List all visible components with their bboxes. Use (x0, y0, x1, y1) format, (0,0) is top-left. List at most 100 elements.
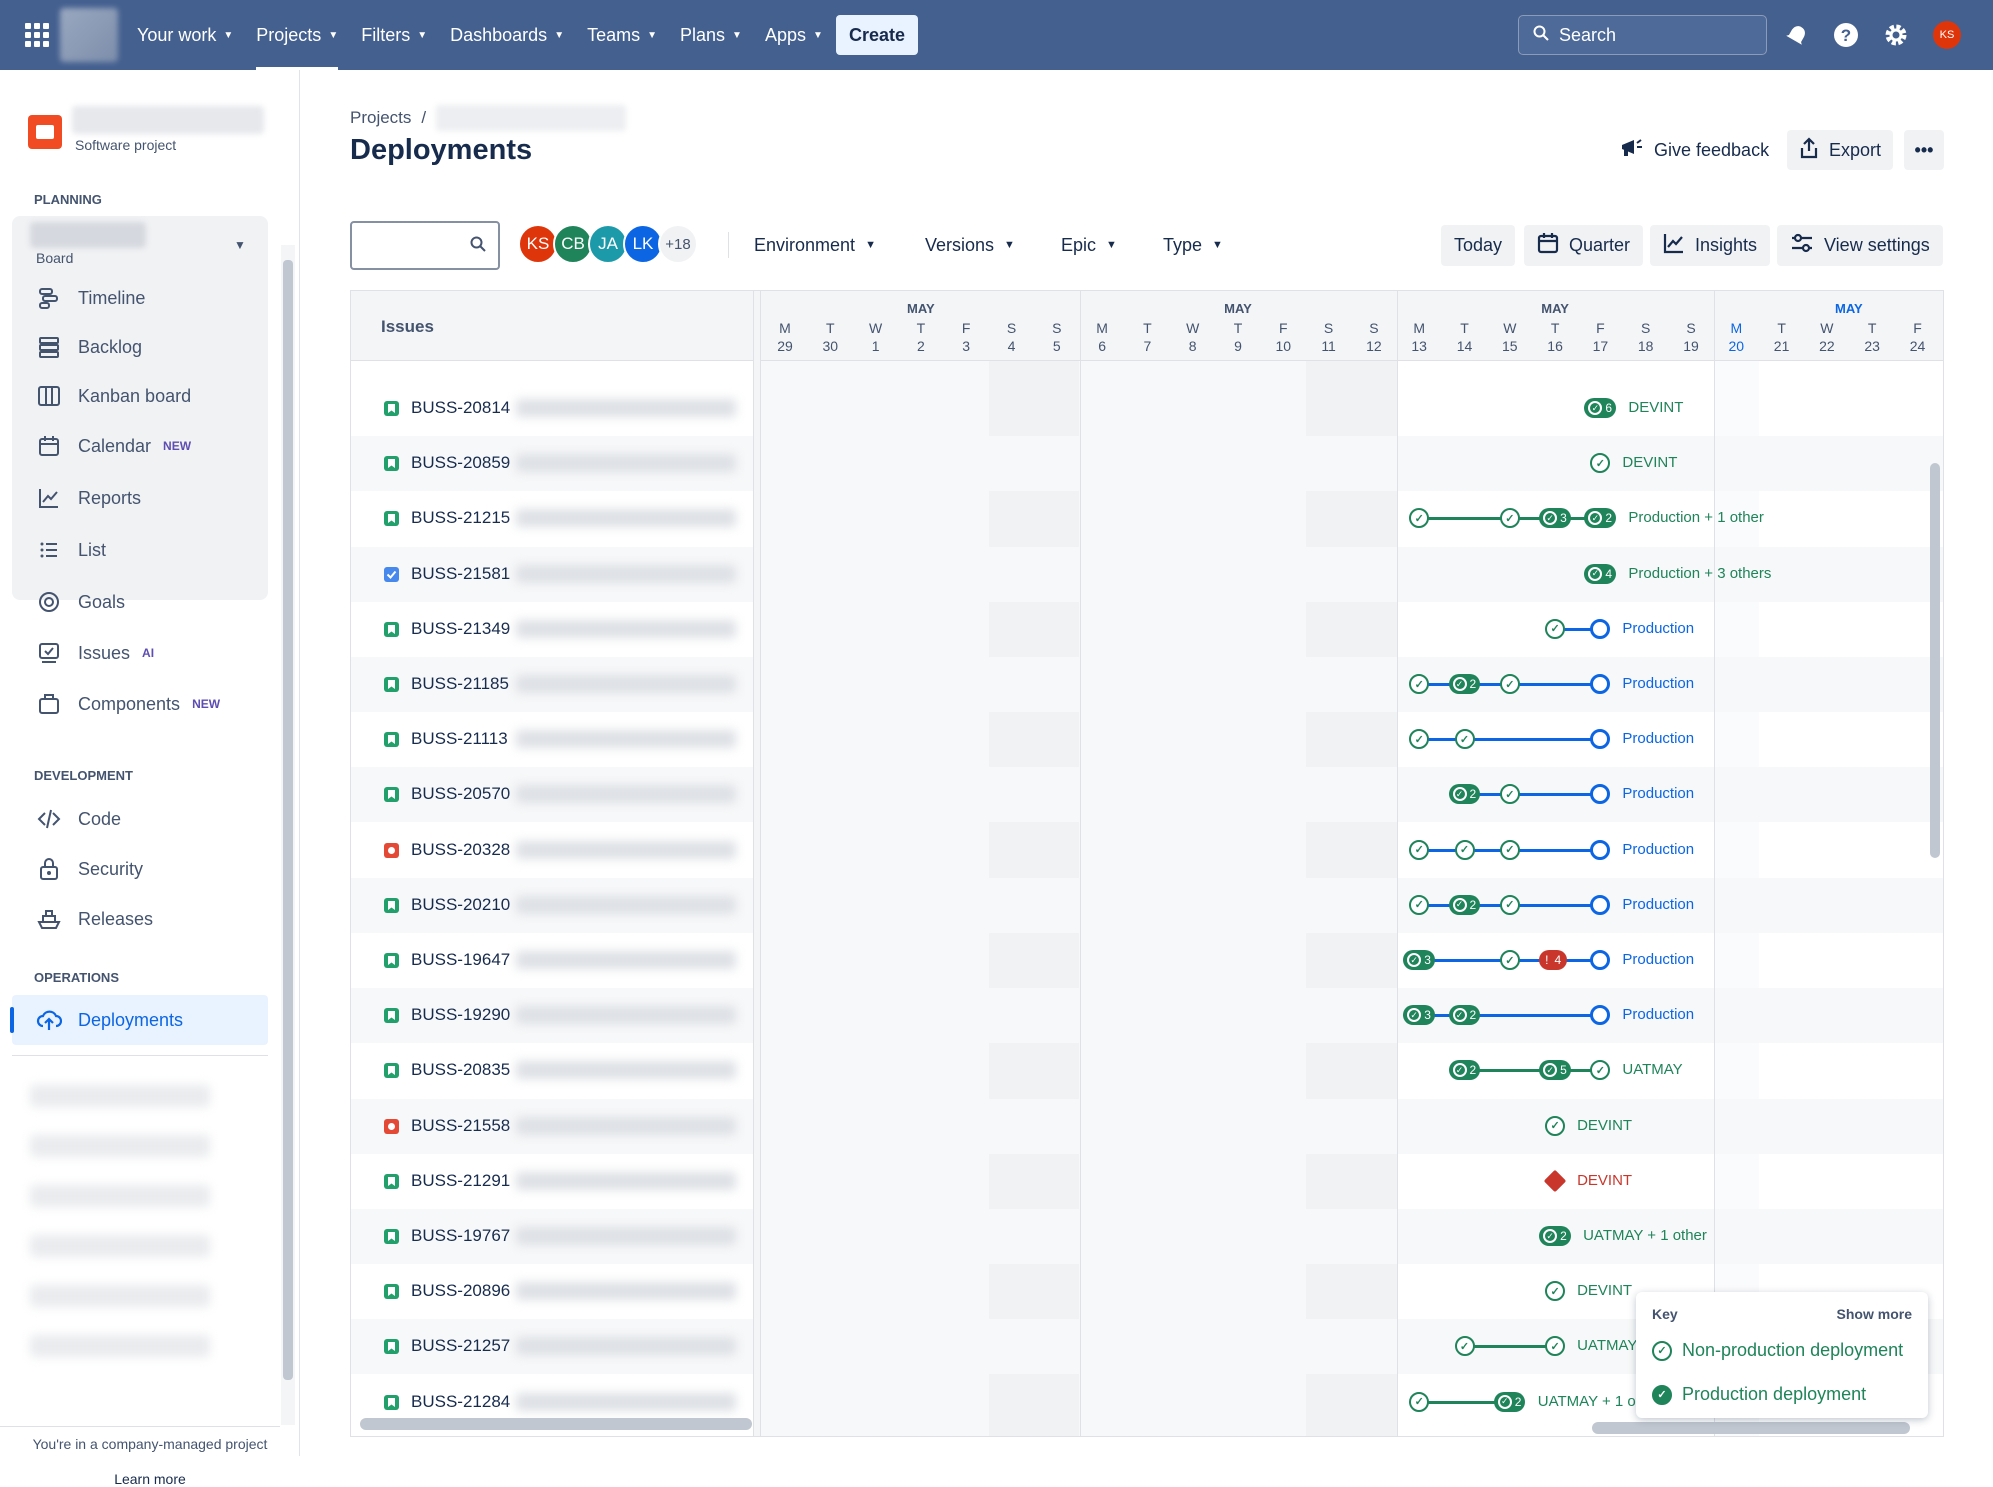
timeline-vertical-scroll-thumb[interactable] (1930, 463, 1940, 858)
environment-label[interactable]: Production (1622, 620, 1694, 637)
check-circle-icon[interactable]: ✓ (1499, 894, 1520, 915)
breadcrumb-projects[interactable]: Projects (350, 108, 411, 128)
nav-your-work[interactable]: Your work ▼ (137, 0, 233, 70)
issue-key[interactable]: BUSS-21185 (411, 674, 509, 694)
issue-summary-blurred[interactable] (516, 1116, 736, 1135)
check-circle-icon[interactable]: ✓ (1499, 839, 1520, 860)
environment-label[interactable]: Production (1622, 951, 1694, 968)
issue-key[interactable]: BUSS-21257 (411, 1336, 510, 1356)
nav-dashboards[interactable]: Dashboards ▼ (450, 0, 564, 70)
issue-key[interactable]: BUSS-20896 (411, 1281, 510, 1301)
sidebar-item-kanban-board[interactable]: Kanban board (36, 376, 191, 416)
create-button[interactable]: Create (836, 15, 918, 55)
environment-label[interactable]: Production (1622, 841, 1694, 858)
blurred-shortcut[interactable] (30, 1235, 210, 1257)
quarter-button[interactable]: Quarter (1524, 225, 1644, 266)
sidebar-item-list[interactable]: List (36, 530, 106, 570)
deployment-count-pill[interactable]: ✓ 3 (1403, 1005, 1435, 1026)
table-row[interactable]: BUSS-20835 ✓ 2 ✓ 5 ✓ UATMAY (351, 1043, 1943, 1098)
sidebar-item-goals[interactable]: Goals (36, 582, 125, 622)
table-row[interactable]: BUSS-20328 ✓ ✓ ✓ Production (351, 823, 1943, 878)
deployment-count-pill[interactable]: ✓ 2 (1584, 508, 1617, 529)
table-row[interactable]: BUSS-19290 ✓ 3 ✓ 2 Production (351, 988, 1943, 1044)
table-row[interactable]: BUSS-21581 ✓ 4 Production + 3 others (351, 546, 1943, 602)
sidebar-item-components[interactable]: Components NEW (36, 684, 220, 724)
more-avatars-button[interactable]: +18 (658, 224, 698, 264)
issue-summary-blurred[interactable] (516, 509, 736, 528)
deployment-count-pill[interactable]: ✓ 3 (1539, 508, 1571, 529)
environment-label[interactable]: DEVINT (1622, 454, 1677, 471)
avatar-lk[interactable]: LK (623, 224, 663, 264)
issue-summary-blurred[interactable] (516, 1282, 736, 1301)
issue-key[interactable]: BUSS-19647 (411, 950, 510, 970)
insights-button[interactable]: Insights (1650, 225, 1771, 266)
sidebar-item-security[interactable]: Security (36, 849, 143, 889)
check-circle-icon[interactable]: ✓ (1545, 1115, 1566, 1136)
user-avatar[interactable]: KS (1933, 21, 1961, 49)
check-circle-icon[interactable]: ✓ (1409, 674, 1430, 694)
issue-key[interactable]: BUSS-21215 (411, 508, 510, 528)
deployment-count-pill[interactable]: ✓ 2 (1448, 894, 1481, 915)
issue-summary-blurred[interactable] (516, 1171, 736, 1190)
check-circle-icon[interactable]: ✓ (1499, 508, 1520, 529)
filter-versions[interactable]: Versions ▼ (925, 222, 1015, 268)
settings-gear-icon[interactable] (1883, 22, 1909, 48)
issue-key[interactable]: BUSS-21349 (411, 619, 510, 639)
check-circle-icon[interactable]: ✓ (1590, 453, 1611, 474)
issue-summary-blurred[interactable] (516, 399, 736, 417)
filter-type[interactable]: Type ▼ (1163, 222, 1223, 268)
table-row[interactable]: BUSS-20814 ✓ 6 DEVINT (351, 381, 1943, 436)
deployment-count-pill[interactable]: ✓ 2 (1448, 1060, 1481, 1081)
check-circle-icon[interactable]: ✓ (1409, 729, 1430, 750)
deployment-count-pill[interactable]: ✓ 3 (1403, 950, 1435, 970)
check-circle-icon[interactable]: ✓ (1409, 508, 1430, 529)
issue-key[interactable]: BUSS-19290 (411, 1005, 510, 1025)
check-circle-icon[interactable]: ✓ (1454, 729, 1475, 750)
issue-summary-blurred[interactable] (516, 1392, 736, 1411)
issues-horizontal-scroll-thumb[interactable] (360, 1418, 752, 1430)
issue-summary-blurred[interactable] (516, 1061, 736, 1080)
sidebar-item-backlog[interactable]: Backlog (36, 327, 142, 367)
environment-label[interactable]: DEVINT (1577, 1172, 1632, 1189)
issue-summary-blurred[interactable] (516, 840, 736, 859)
sidebar-item-issues[interactable]: Issues AI (36, 633, 154, 673)
environment-label[interactable]: Production (1622, 1006, 1694, 1023)
filter-environment[interactable]: Environment ▼ (754, 222, 876, 268)
timeline-horizontal-scroll-thumb[interactable] (1592, 1422, 1910, 1434)
app-switcher-icon[interactable] (25, 23, 49, 47)
environment-label[interactable]: Production (1622, 896, 1694, 913)
deployment-count-pill[interactable]: ✓ 2 (1448, 674, 1481, 694)
environment-label[interactable]: Production + 3 others (1628, 565, 1771, 582)
issue-summary-blurred[interactable] (516, 1006, 736, 1025)
view-settings-button[interactable]: View settings (1777, 225, 1943, 266)
check-circle-icon[interactable]: ✓ (1409, 894, 1430, 915)
check-circle-icon[interactable]: ✓ (1590, 1060, 1611, 1081)
export-button[interactable]: Export (1787, 130, 1894, 170)
blurred-shortcut[interactable] (30, 1085, 210, 1107)
table-row[interactable]: BUSS-19767 ✓ 2 UATMAY + 1 other (351, 1209, 1943, 1264)
deployment-count-pill[interactable]: ✓ 6 (1584, 398, 1617, 418)
issue-summary-blurred[interactable] (516, 619, 736, 638)
show-more-button[interactable]: Show more (1837, 1306, 1912, 1322)
environment-label[interactable]: Production (1622, 785, 1694, 802)
environment-label[interactable]: UATMAY (1622, 1061, 1682, 1078)
board-name-blurred[interactable] (30, 222, 146, 248)
issue-key[interactable]: BUSS-21581 (411, 564, 510, 584)
breadcrumb-project-blurred[interactable] (436, 105, 627, 131)
issue-summary-blurred[interactable] (516, 785, 736, 804)
give-feedback-button[interactable]: Give feedback (1608, 130, 1781, 170)
deployment-count-pill[interactable]: ✓ 2 (1448, 1005, 1481, 1026)
issue-summary-blurred[interactable] (516, 895, 736, 914)
nav-filters[interactable]: Filters ▼ (361, 0, 427, 70)
production-deploy-icon[interactable] (1590, 618, 1611, 639)
nav-apps[interactable]: Apps ▼ (765, 0, 823, 70)
environment-label[interactable]: DEVINT (1628, 399, 1683, 416)
check-circle-icon[interactable]: ✓ (1499, 950, 1520, 970)
today-button[interactable]: Today (1441, 225, 1516, 266)
sidebar-item-releases[interactable]: Releases (36, 899, 153, 939)
issue-key[interactable]: BUSS-20570 (411, 784, 510, 804)
issue-key[interactable]: BUSS-20814 (411, 398, 510, 418)
notifications-icon[interactable] (1784, 22, 1810, 48)
production-deploy-icon[interactable] (1590, 784, 1611, 805)
environment-label[interactable]: Production + 1 other (1628, 509, 1764, 526)
